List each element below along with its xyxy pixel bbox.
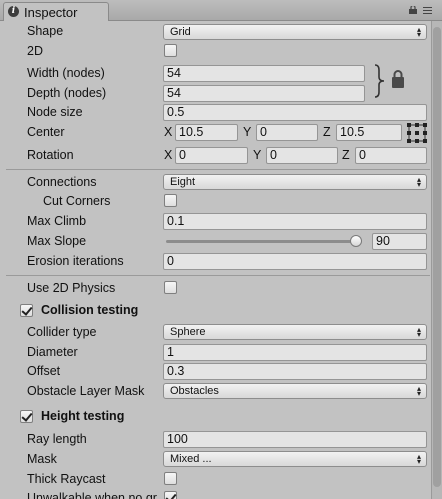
cut-corners-checkbox[interactable]	[164, 194, 177, 207]
obstacle-mask-label: Obstacle Layer Mask	[27, 384, 145, 398]
rotation-x-field[interactable]: 0	[175, 147, 248, 164]
obstacle-mask-dropdown[interactable]: Obstacles ▴ ▾	[163, 383, 427, 399]
dropdown-arrow-icon: ▴ ▾	[416, 175, 421, 189]
center-y-axis-label: Y	[243, 125, 252, 139]
unwalkable-label: Unwalkable when no gr	[27, 491, 157, 499]
connections-dropdown-value: Eight	[170, 176, 196, 188]
center-y-field[interactable]: 0	[256, 124, 318, 141]
collider-type-label: Collider type	[27, 325, 97, 339]
pivot-selector-icon[interactable]	[407, 123, 427, 143]
erosion-field[interactable]: 0	[163, 253, 427, 270]
thick-raycast-label: Thick Raycast	[27, 472, 106, 486]
depth-label: Depth (nodes)	[27, 86, 107, 100]
max-slope-slider-track[interactable]	[166, 240, 362, 243]
collider-type-dropdown[interactable]: Sphere ▴ ▾	[163, 324, 427, 340]
diameter-label: Diameter	[27, 345, 78, 359]
collider-type-dropdown-value: Sphere	[170, 326, 206, 338]
unwalkable-checkbox[interactable]	[164, 491, 177, 499]
dropdown-arrow-icon: ▴ ▾	[416, 384, 421, 398]
width-field[interactable]: 54	[163, 65, 365, 82]
rotation-z-field[interactable]: 0	[355, 147, 427, 164]
node-size-label: Node size	[27, 105, 83, 119]
shape-label: Shape	[27, 24, 64, 38]
menu-icon[interactable]	[423, 7, 432, 14]
rotation-y-field[interactable]: 0	[266, 147, 338, 164]
erosion-label: Erosion iterations	[27, 254, 124, 268]
offset-field[interactable]: 0.3	[163, 363, 427, 380]
vertical-scrollbar[interactable]	[431, 21, 442, 499]
rotation-y-axis-label: Y	[253, 148, 262, 162]
use-2d-physics-checkbox[interactable]	[164, 281, 177, 294]
dropdown-arrow-icon: ▴ ▾	[416, 452, 421, 466]
info-icon: i	[8, 6, 19, 17]
mask-dropdown-value: Mixed ...	[170, 453, 212, 465]
center-label: Center	[27, 125, 65, 139]
depth-field[interactable]: 54	[163, 85, 365, 102]
rotation-z-axis-label: Z	[342, 148, 350, 162]
obstacle-mask-dropdown-value: Obstacles	[170, 385, 219, 397]
center-x-axis-label: X	[164, 125, 173, 139]
ray-length-field[interactable]: 100	[163, 431, 427, 448]
dropdown-arrow-icon: ▴ ▾	[416, 25, 421, 39]
mask-label: Mask	[27, 452, 57, 466]
inspector-tab-bar: i Inspector	[0, 0, 442, 21]
node-size-field[interactable]: 0.5	[163, 104, 427, 121]
center-x-field[interactable]: 10.5	[175, 124, 238, 141]
mask-dropdown[interactable]: Mixed ... ▴ ▾	[163, 451, 427, 467]
dropdown-arrow-icon: ▴ ▾	[416, 325, 421, 339]
center-z-axis-label: Z	[323, 125, 331, 139]
aspect-lock-icon[interactable]	[391, 70, 405, 88]
lock-icon[interactable]	[408, 6, 418, 14]
section-divider	[6, 275, 430, 276]
height-testing-checkbox[interactable]	[20, 410, 33, 423]
inspector-tab[interactable]: i Inspector	[3, 2, 109, 21]
connections-label: Connections	[27, 175, 97, 189]
shape-dropdown-value: Grid	[170, 26, 191, 38]
rotation-x-axis-label: X	[164, 148, 173, 162]
max-climb-field[interactable]: 0.1	[163, 213, 427, 230]
max-slope-field[interactable]: 90	[372, 233, 427, 250]
section-divider	[6, 169, 430, 170]
max-climb-label: Max Climb	[27, 214, 87, 228]
ray-length-label: Ray length	[27, 432, 87, 446]
max-slope-label: Max Slope	[27, 234, 87, 248]
collision-testing-checkbox[interactable]	[20, 304, 33, 317]
inspector-tab-label: Inspector	[24, 5, 78, 20]
max-slope-slider-knob[interactable]	[350, 235, 362, 247]
collision-testing-title: Collision testing	[41, 303, 139, 317]
twod-label: 2D	[27, 44, 43, 58]
scrollbar-thumb[interactable]	[433, 27, 441, 487]
aspect-link-bracket	[374, 64, 385, 98]
thick-raycast-checkbox[interactable]	[164, 472, 177, 485]
shape-dropdown[interactable]: Grid ▴ ▾	[163, 24, 427, 40]
rotation-label: Rotation	[27, 148, 74, 162]
cut-corners-label: Cut Corners	[43, 194, 111, 208]
twod-checkbox[interactable]	[164, 44, 177, 57]
connections-dropdown[interactable]: Eight ▴ ▾	[163, 174, 427, 190]
width-label: Width (nodes)	[27, 66, 105, 80]
diameter-field[interactable]: 1	[163, 344, 427, 361]
use-2d-physics-label: Use 2D Physics	[27, 281, 116, 295]
offset-label: Offset	[27, 364, 61, 378]
center-z-field[interactable]: 10.5	[336, 124, 402, 141]
height-testing-title: Height testing	[41, 409, 125, 423]
